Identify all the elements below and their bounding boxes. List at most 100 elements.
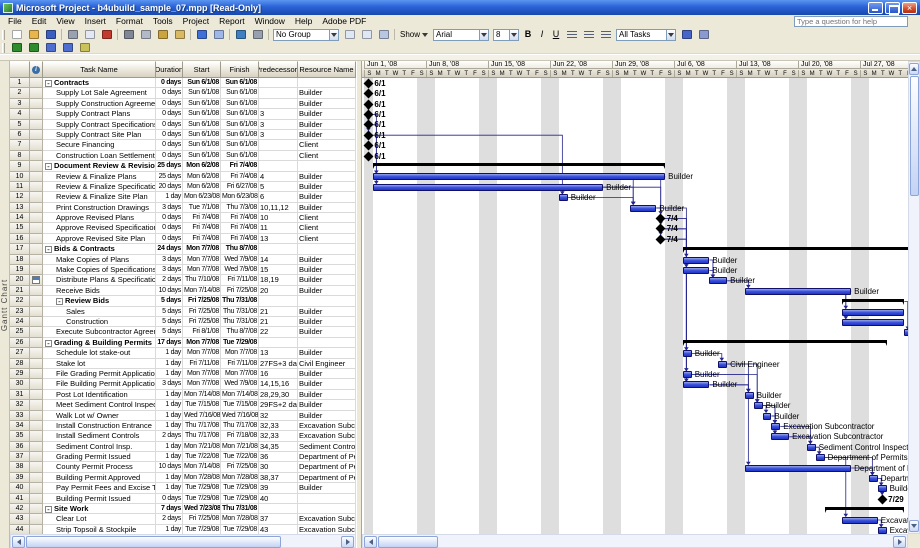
row-number[interactable]: 43 (10, 514, 30, 524)
resource-cell[interactable]: Client (298, 213, 356, 223)
row-number[interactable]: 38 (10, 462, 30, 472)
start-cell[interactable]: Mon 7/7/08 (183, 244, 221, 254)
task-bar[interactable] (878, 485, 887, 492)
predecessors-cell[interactable]: 34,35 (259, 442, 298, 452)
task-name-cell[interactable]: Walk Lot w/ Owner (43, 411, 156, 421)
resource-cell[interactable]: Client (298, 140, 356, 150)
finish-cell[interactable]: Sun 6/1/08 (221, 140, 259, 150)
start-cell[interactable]: Mon 7/7/08 (183, 379, 221, 389)
task-bar[interactable] (683, 267, 710, 274)
summary-bar[interactable] (683, 247, 908, 250)
open-folder-icon[interactable] (26, 28, 41, 41)
duration-cell[interactable]: 20 days (156, 182, 183, 192)
duration-cell[interactable]: 1 day (156, 400, 183, 410)
new-document-icon[interactable] (9, 28, 24, 41)
task-name-cell[interactable]: Install Sediment Controls (43, 431, 156, 441)
timescale-header[interactable]: Jun 1, '08SMTWTFSJun 8, '08SMTWTFSJun 15… (362, 61, 908, 78)
row-number[interactable]: 18 (10, 255, 30, 265)
resource-cell[interactable]: Builder (298, 172, 356, 182)
start-cell[interactable]: Tue 7/15/08 (183, 400, 221, 410)
spelling-icon[interactable] (99, 28, 114, 41)
resource-cell[interactable]: Builder (298, 369, 356, 379)
duration-cell[interactable]: 0 days (156, 109, 183, 119)
help-search-input[interactable] (794, 16, 908, 27)
duration-cell[interactable]: 1 day (156, 411, 183, 421)
print-preview-icon[interactable] (82, 28, 97, 41)
start-cell[interactable]: Tue 7/22/08 (183, 452, 221, 462)
align-center-icon[interactable] (581, 28, 596, 41)
autofilter-icon[interactable] (696, 28, 711, 41)
task-name-cell[interactable]: Approve Revised Plans (43, 213, 156, 223)
resource-cell[interactable] (298, 504, 356, 514)
duration-cell[interactable]: 0 days (156, 140, 183, 150)
resource-cell[interactable]: Builder (298, 317, 356, 327)
menu-view[interactable]: View (51, 16, 79, 26)
redo-icon[interactable] (211, 28, 226, 41)
task-bar[interactable] (771, 423, 780, 430)
task-name-cell[interactable]: Approve Revised Specifications (43, 223, 156, 233)
predecessors-cell[interactable]: 10,11,12 (259, 203, 298, 213)
predecessors-cell[interactable]: 15 (259, 265, 298, 275)
task-bar[interactable] (763, 413, 772, 420)
timescale-week[interactable]: Jun 8, '08 (426, 61, 488, 69)
task-name-cell[interactable]: Building Permit Issued (43, 494, 156, 504)
row-number[interactable]: 25 (10, 327, 30, 337)
duration-cell[interactable]: 2 days (156, 431, 183, 441)
duration-cell[interactable]: 1 day (156, 452, 183, 462)
predecessors-cell[interactable]: 4 (259, 172, 298, 182)
minimize-button[interactable] (868, 2, 883, 14)
predecessors-cell[interactable]: 13 (259, 234, 298, 244)
finish-cell[interactable]: Sun 6/1/08 (221, 88, 259, 98)
resource-cell[interactable]: Excavation Subcontractor (298, 514, 356, 524)
italic-button[interactable]: I (535, 28, 549, 41)
finish-cell[interactable]: Fri 7/11/08 (221, 275, 259, 285)
resource-cell[interactable]: Builder (298, 307, 356, 317)
task-bar[interactable] (559, 194, 568, 201)
finish-cell[interactable]: Thu 7/3/08 (221, 203, 259, 213)
resource-cell[interactable]: Builder (298, 265, 356, 275)
start-cell[interactable]: Tue 7/1/08 (183, 203, 221, 213)
task-name-cell[interactable]: -Document Review & Revision (43, 161, 156, 171)
resource-cell[interactable]: Builder (298, 120, 356, 130)
row-number[interactable]: 19 (10, 265, 30, 275)
row-number[interactable]: 14 (10, 213, 30, 223)
task-name-cell[interactable]: -Review Bids (43, 296, 156, 306)
predecessors-cell[interactable]: 29FS+2 days,28 (259, 400, 298, 410)
finish-cell[interactable]: Mon 7/14/08 (221, 390, 259, 400)
finish-cell[interactable]: Sun 6/1/08 (221, 151, 259, 161)
predecessors-cell[interactable] (259, 244, 298, 254)
duration-cell[interactable]: 1 day (156, 473, 183, 483)
start-cell[interactable]: Fri 7/25/08 (183, 296, 221, 306)
task-name-cell[interactable]: Strip Topsoil & Stockpile (43, 525, 156, 534)
finish-cell[interactable]: Tue 7/29/08 (221, 483, 259, 493)
resource-cell[interactable]: Excavation Subcontractor (298, 421, 356, 431)
finish-cell[interactable]: Fri 7/18/08 (221, 431, 259, 441)
row-number[interactable]: 35 (10, 431, 30, 441)
row-number[interactable]: 7 (10, 140, 30, 150)
predecessors-cell[interactable]: 10 (259, 213, 298, 223)
predecessors-cell[interactable]: 21 (259, 317, 298, 327)
task-bar[interactable] (683, 371, 692, 378)
task-bar[interactable] (745, 465, 851, 472)
task-bar[interactable] (630, 205, 657, 212)
resource-cell[interactable] (298, 244, 356, 254)
start-cell[interactable]: Tue 7/29/08 (183, 483, 221, 493)
finish-cell[interactable]: Wed 7/9/08 (221, 265, 259, 275)
column-header-finish[interactable]: Finish (221, 61, 259, 78)
task-name-cell[interactable]: Approve Revised Site Plan (43, 234, 156, 244)
duration-cell[interactable]: 1 day (156, 192, 183, 202)
task-bar[interactable] (842, 319, 904, 326)
timescale-week[interactable]: Jul 6, '08 (674, 61, 736, 69)
row-number[interactable]: 42 (10, 504, 30, 514)
resource-cell[interactable]: Builder (298, 203, 356, 213)
menu-project[interactable]: Project (178, 16, 214, 26)
menu-tools[interactable]: Tools (148, 16, 178, 26)
row-number[interactable]: 10 (10, 172, 30, 182)
format-painter-icon[interactable] (172, 28, 187, 41)
cut-icon[interactable] (121, 28, 136, 41)
task-name-cell[interactable]: Install Construction Entrance (43, 421, 156, 431)
duration-cell[interactable]: 3 days (156, 255, 183, 265)
row-number[interactable]: 32 (10, 400, 30, 410)
show-subtasks-icon[interactable] (43, 41, 58, 54)
row-number[interactable]: 34 (10, 421, 30, 431)
